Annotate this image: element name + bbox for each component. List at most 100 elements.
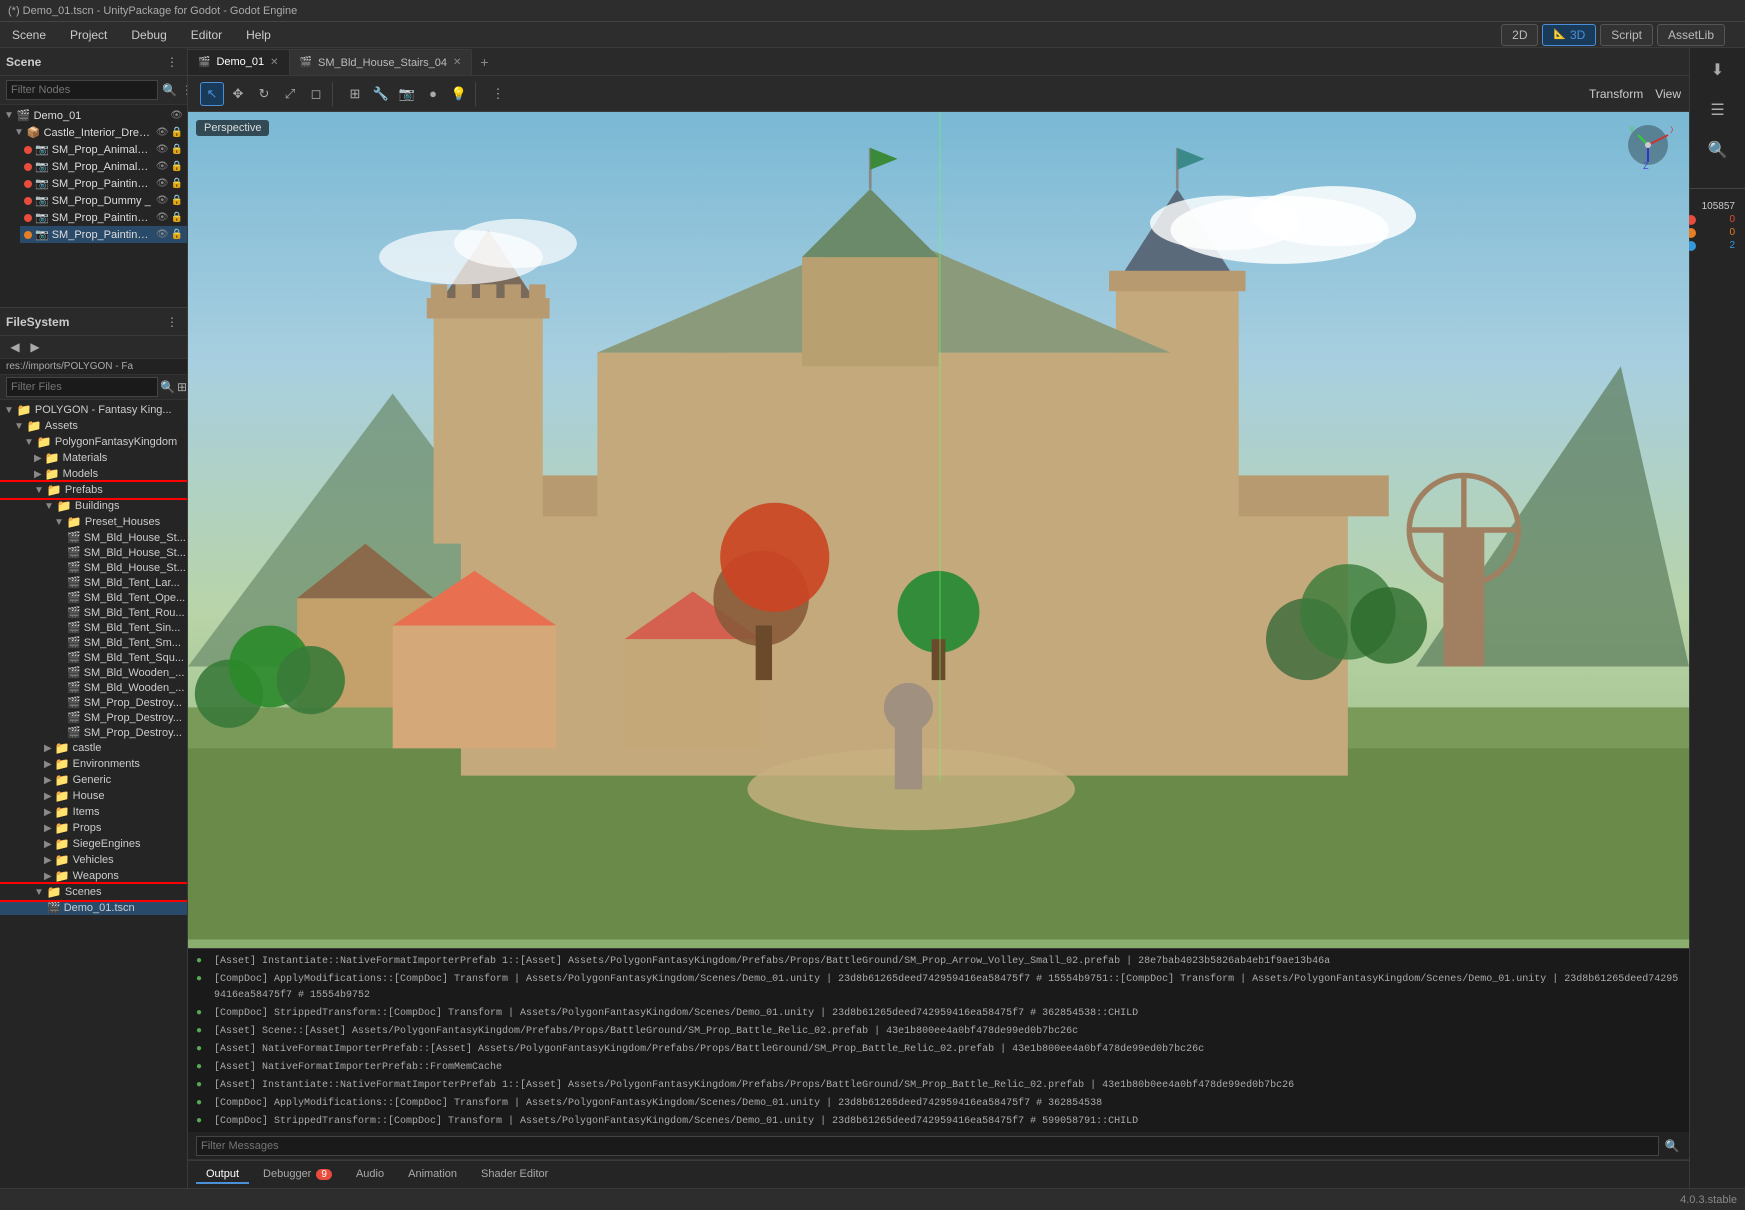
fs-filter-toolbar: 🔍 ⊞ (0, 375, 187, 400)
fs-forward-button[interactable]: ▶ (26, 338, 44, 356)
log-icon-4: ● (196, 1024, 210, 1040)
fs-item-bld-house-3[interactable]: 🎬 SM_Bld_House_St... (0, 560, 187, 575)
fs-toolbar: ◀ ▶ (0, 336, 187, 359)
render-mode-button[interactable]: ● (421, 82, 445, 106)
fs-item-models[interactable]: ▶ 📁 Models (0, 466, 187, 482)
menu-help[interactable]: Help (242, 26, 275, 44)
console-tab-audio[interactable]: Audio (346, 1166, 394, 1184)
fs-item-vehicles[interactable]: ▶ 📁 Vehicles (0, 852, 187, 868)
console-tab-debugger[interactable]: Debugger 9 (253, 1166, 342, 1184)
fs-item-materials[interactable]: ▶ 📁 Materials (0, 450, 187, 466)
fs-item-demo01-tscn[interactable]: 🎬 Demo_01.tscn (0, 900, 187, 915)
fs-filter-button[interactable]: 🔍 (160, 378, 175, 396)
scene-more-button[interactable]: ⋮ (163, 53, 181, 71)
scene-node-paintingf[interactable]: 📷 SM_Prop_PaintingF... 👁🔒 (20, 175, 187, 192)
light-button[interactable]: 💡 (447, 82, 471, 106)
right-btn-3[interactable]: 🔍 (1698, 132, 1738, 168)
log-line-6: ● [Asset] NativeFormatImporterPrefab::Fr… (196, 1059, 1681, 1077)
fs-item-buildings[interactable]: ▼ 📁 Buildings (0, 498, 187, 514)
fs-item-assets[interactable]: ▼ 📁 Assets (0, 418, 187, 434)
snap-button[interactable]: ⊞ (343, 82, 367, 106)
fs-item-tent-round[interactable]: 🎬 SM_Bld_Tent_Rou... (0, 605, 187, 620)
fs-item-items[interactable]: ▶ 📁 Items (0, 804, 187, 820)
console-tab-shader[interactable]: Shader Editor (471, 1166, 558, 1184)
scene-search-input[interactable] (6, 80, 158, 100)
fs-item-weapons[interactable]: ▶ 📁 Weapons (0, 868, 187, 884)
fs-item-bld-house-1[interactable]: 🎬 SM_Bld_House_St... (0, 530, 187, 545)
fs-item-environments[interactable]: ▶ 📁 Environments (0, 756, 187, 772)
more-options-button[interactable]: ⋮ (486, 82, 510, 106)
scene-node-animal-2[interactable]: 📷 SM_Prop_Animal_H... 👁🔒 (20, 158, 187, 175)
right-btn-2[interactable]: ☰ (1698, 92, 1738, 128)
mode-assetlib-button[interactable]: AssetLib (1657, 24, 1725, 46)
tab-demo01-close[interactable]: ✕ (270, 57, 278, 68)
fs-filter-input[interactable] (6, 377, 158, 397)
fs-more-button[interactable]: ⋮ (163, 313, 181, 331)
menu-editor[interactable]: Editor (187, 26, 226, 44)
scene-panel: Scene ⋮ 🔍 ⋮ ▼ 🎬 Demo_01 👁 (0, 48, 187, 308)
fs-item-destroy-1[interactable]: 🎬 SM_Prop_Destroy... (0, 695, 187, 710)
fs-item-props[interactable]: ▶ 📁 Props (0, 820, 187, 836)
viewport: Perspective X Y Z (188, 112, 1689, 948)
menu-debug[interactable]: Debug (127, 26, 170, 44)
fs-item-bld-house-2[interactable]: 🎬 SM_Bld_House_St... (0, 545, 187, 560)
fs-item-castle[interactable]: ▶ 📁 castle (0, 740, 187, 756)
log-icon-6: ● (196, 1060, 210, 1076)
fs-item-tent-square[interactable]: 🎬 SM_Bld_Tent_Squ... (0, 650, 187, 665)
mode-2d-button[interactable]: 2D (1501, 24, 1538, 46)
tab-sm-bld-close[interactable]: ✕ (453, 57, 461, 68)
viewport-scene[interactable]: Perspective X Y Z (188, 112, 1689, 948)
fs-item-prefabs[interactable]: ▼ 📁 Prefabs (0, 482, 187, 498)
select-tool-button[interactable]: ↖ (200, 82, 224, 106)
fs-item-preset-houses[interactable]: ▼ 📁 Preset_Houses (0, 514, 187, 530)
fs-item-tent-open[interactable]: 🎬 SM_Bld_Tent_Ope... (0, 590, 187, 605)
selection-line (939, 112, 941, 781)
console-filter-search-button[interactable]: 🔍 (1663, 1137, 1681, 1155)
scene-options-button[interactable]: ⋮ (181, 81, 187, 99)
scene-node-dummy[interactable]: 📷 SM_Prop_Dummy _ 👁🔒 (20, 192, 187, 209)
camera-button[interactable]: 📷 (395, 82, 419, 106)
fs-item-destroy-2[interactable]: 🎬 SM_Prop_Destroy... (0, 710, 187, 725)
scene-node-demo01[interactable]: ▼ 🎬 Demo_01 👁 (0, 107, 187, 124)
add-tab-button[interactable]: + (472, 54, 496, 70)
scene-node-painting3[interactable]: 📷 SM_Prop_Painting_... 👁🔒 (20, 226, 187, 243)
fs-item-generic[interactable]: ▶ 📁 Generic (0, 772, 187, 788)
console-area: ● [Asset] Instantiate::NativeFormatImpor… (188, 948, 1689, 1188)
scene-node-painting2[interactable]: 📷 SM_Prop_Painting_... 👁🔒 (20, 209, 187, 226)
scale-tool-button[interactable]: ⤢ (278, 82, 302, 106)
menu-scene[interactable]: Scene (8, 26, 50, 44)
scene-node-castle-interior[interactable]: ▼ 📦 Castle_Interior_Dressing 👁 🔒 (10, 124, 187, 141)
fs-item-scenes[interactable]: ▼ 📁 Scenes (0, 884, 187, 900)
fs-item-wooden-2[interactable]: 🎬 SM_Bld_Wooden_... (0, 680, 187, 695)
log-icon-5: ● (196, 1042, 210, 1058)
use-local-button[interactable]: 🔧 (369, 82, 393, 106)
fs-item-tent-single[interactable]: 🎬 SM_Bld_Tent_Sin... (0, 620, 187, 635)
mode-script-button[interactable]: Script (1600, 24, 1653, 46)
fs-item-siege[interactable]: ▶ 📁 SiegeEngines (0, 836, 187, 852)
fs-layout-button[interactable]: ⊞ (177, 378, 187, 396)
filesystem-tab-label: FileSystem (6, 315, 69, 329)
console-filter-input[interactable] (196, 1136, 1659, 1156)
mode-3d-button[interactable]: 📐 3D (1542, 24, 1596, 46)
console-tab-animation[interactable]: Animation (398, 1166, 467, 1184)
fs-item-polygon[interactable]: ▼ 📁 POLYGON - Fantasy King... (0, 402, 187, 418)
rotate-tool-button[interactable]: ↻ (252, 82, 276, 106)
scene-node-animal-1[interactable]: 📷 SM_Prop_Animal_H... 👁🔒 (20, 141, 187, 158)
fs-item-house[interactable]: ▶ 📁 House (0, 788, 187, 804)
menu-project[interactable]: Project (66, 26, 111, 44)
fs-item-pfk[interactable]: ▼ 📁 PolygonFantasyKingdom (0, 434, 187, 450)
fs-item-tent-large[interactable]: 🎬 SM_Bld_Tent_Lar... (0, 575, 187, 590)
tab-demo01[interactable]: 🎬 Demo_01 ✕ (188, 49, 290, 75)
scene-search-button[interactable]: 🔍 (162, 81, 177, 99)
log-line-2: ● [CompDoc] ApplyModifications::[CompDoc… (196, 971, 1681, 1005)
fs-item-wooden-1[interactable]: 🎬 SM_Bld_Wooden_... (0, 665, 187, 680)
fs-item-tent-small[interactable]: 🎬 SM_Bld_Tent_Sm... (0, 635, 187, 650)
log-text-4: [Asset] Scene::[Asset] Assets/PolygonFan… (214, 1024, 1078, 1040)
fs-item-destroy-3[interactable]: 🎬 SM_Prop_Destroy... (0, 725, 187, 740)
fs-back-button[interactable]: ◀ (6, 338, 24, 356)
right-btn-1[interactable]: ⬇ (1698, 52, 1738, 88)
tab-sm-bld[interactable]: 🎬 SM_Bld_House_Stairs_04 ✕ (290, 49, 473, 75)
move-tool-button[interactable]: ✥ (226, 82, 250, 106)
transform-local-button[interactable]: ◻ (304, 82, 328, 106)
console-tab-output[interactable]: Output (196, 1166, 249, 1184)
